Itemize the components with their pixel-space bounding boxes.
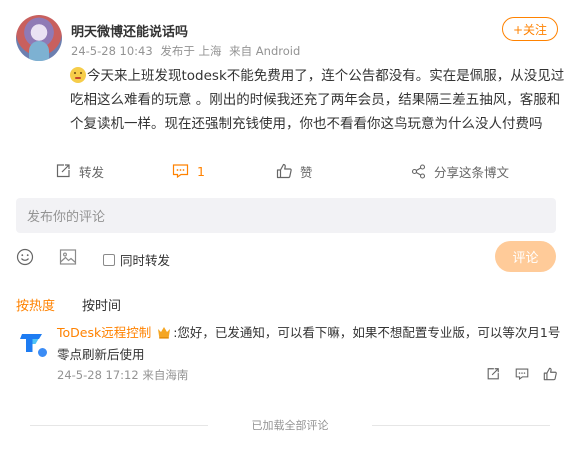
repost-action[interactable]: 转发 [55, 160, 104, 182]
post-location: 发布于 上海 [160, 44, 222, 58]
image-upload-button[interactable] [59, 248, 77, 266]
post-date[interactable]: 24-5-28 10:43 [71, 44, 153, 58]
verified-icon [37, 347, 48, 358]
comment-input-placeholder: 发布你的评论 [27, 210, 106, 225]
author-avatar[interactable] [16, 15, 62, 61]
comment-meta: 24-5-28 17:12 来自海南 [57, 367, 188, 383]
submit-comment-button[interactable]: 评论 [495, 241, 556, 272]
end-text: 已加载全部评论 [245, 419, 335, 432]
share-action[interactable]: 分享这条博文 [411, 160, 509, 182]
comments-end-indicator: 已加载全部评论 [0, 417, 580, 433]
comment-like-button[interactable] [543, 366, 557, 385]
like-label: 赞 [300, 164, 313, 180]
post-body: 今天来上班发现todesk不能免费用了，连个公告都没有。实在是佩服，从没见过吃相… [70, 64, 566, 136]
post-source: 来自 Android [229, 44, 301, 58]
follow-label: +关注 [512, 22, 548, 37]
comment-icon [515, 368, 529, 380]
post-text: 今天来上班发现todesk不能免费用了，连个公告都没有。实在是佩服，从没见过吃相… [70, 68, 565, 132]
post-actions: 转发 1 赞 分享这条博文 [0, 160, 580, 182]
like-icon [543, 367, 557, 381]
tab-sort-hot[interactable]: 按热度 [16, 295, 55, 314]
compose-tools: 同时转发 [0, 244, 580, 272]
repost-checkbox-row[interactable]: 同时转发 [103, 250, 170, 269]
repost-label: 转发 [79, 164, 105, 180]
submit-label: 评论 [512, 251, 539, 266]
commenter-avatar[interactable] [17, 327, 48, 358]
image-icon [59, 249, 77, 265]
comment-input[interactable]: 发布你的评论 [16, 198, 556, 233]
repost-icon [56, 164, 70, 178]
tab-sort-time[interactable]: 按时间 [82, 295, 121, 314]
share-icon [411, 163, 426, 179]
emoji-picker-button[interactable] [16, 248, 34, 266]
like-action[interactable]: 赞 [276, 160, 313, 182]
share-label: 分享这条博文 [434, 164, 510, 180]
follow-button[interactable]: +关注 [502, 17, 558, 41]
like-icon [276, 163, 292, 179]
comment-icon [172, 164, 189, 179]
crown-icon [158, 327, 171, 339]
comment-count: 1 [197, 163, 205, 179]
comment-action[interactable]: 1 [172, 160, 205, 182]
repost-checkbox[interactable] [103, 253, 115, 266]
emoji-icon [70, 67, 86, 83]
emoji-picker-icon [16, 248, 34, 266]
repost-icon [487, 368, 499, 380]
author-username[interactable]: 明天微博还能说话吗 [71, 21, 188, 40]
comment-reply-button[interactable] [515, 366, 529, 385]
comment-text: ToDesk远程控制 :您好，已发通知，可以看下嘛，如果不想配置专业版，可以等次… [57, 322, 567, 366]
comment-time: 24-5-28 17:12 [57, 368, 139, 382]
comment-repost-button[interactable] [486, 366, 500, 385]
commenter-username[interactable]: ToDesk远程控制 [57, 325, 151, 340]
comment-location: 来自海南 [142, 368, 189, 382]
repost-checkbox-label: 同时转发 [120, 253, 171, 268]
post-meta: 24-5-28 10:43 发布于 上海 来自 Android [71, 43, 304, 59]
